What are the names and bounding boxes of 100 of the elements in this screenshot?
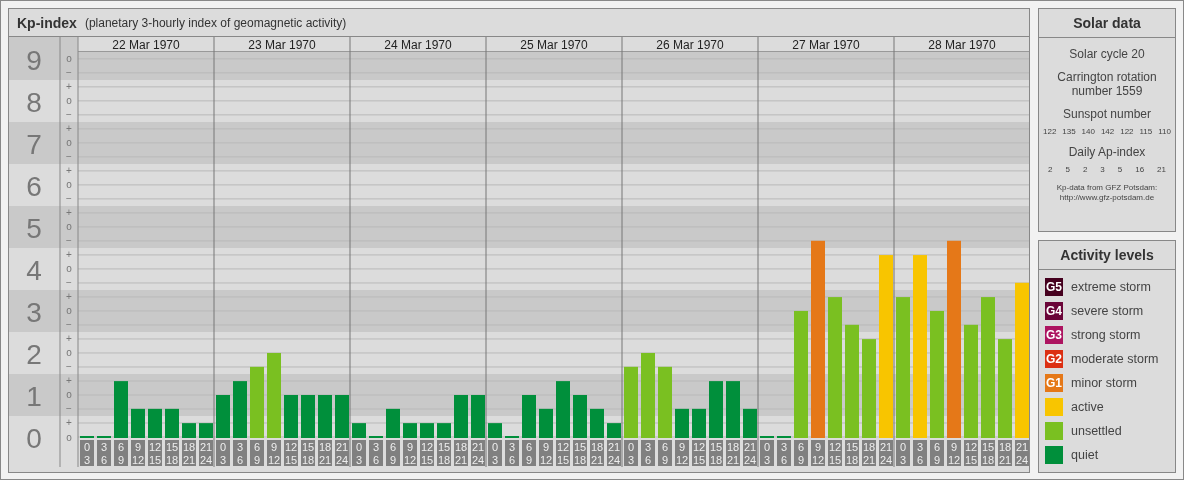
time-slot-label: 3 6 bbox=[641, 440, 655, 466]
kp-bar bbox=[454, 395, 468, 438]
sub-level-label: o bbox=[66, 263, 72, 275]
time-slot-label: 0 3 bbox=[896, 440, 910, 466]
panel-title: Activity levels bbox=[1039, 241, 1175, 270]
sunspot-number: 142 bbox=[1100, 127, 1115, 136]
sub-level-label: + bbox=[66, 333, 72, 345]
level-badge: G1 bbox=[1045, 374, 1063, 392]
date-label: 25 Mar 1970 bbox=[520, 38, 588, 52]
time-slot-label: 9 12 bbox=[403, 440, 417, 466]
time-slot-label: 15 18 bbox=[845, 440, 859, 466]
time-slot-label: 3 6 bbox=[369, 440, 383, 466]
time-slot-label: 18 21 bbox=[726, 440, 740, 466]
legend-label: active bbox=[1071, 400, 1104, 414]
sub-level-label: + bbox=[66, 207, 72, 219]
sub-level-label: o bbox=[66, 347, 72, 359]
level-badge: G4 bbox=[1045, 302, 1063, 320]
time-slot-label: 12 15 bbox=[420, 440, 434, 466]
kp-bar bbox=[437, 423, 451, 438]
time-slot-label: 18 21 bbox=[454, 440, 468, 466]
legend-label: extreme storm bbox=[1071, 280, 1151, 294]
time-slot-label: 6 9 bbox=[250, 440, 264, 466]
kp-bar bbox=[165, 408, 179, 438]
time-slot-label: 18 21 bbox=[590, 440, 604, 466]
date-label: 22 Mar 1970 bbox=[112, 38, 180, 52]
kp-bar bbox=[318, 395, 332, 438]
sub-level-label: + bbox=[66, 249, 72, 261]
time-slot-label: 3 6 bbox=[97, 440, 111, 466]
y-axis-label: 7 bbox=[26, 128, 42, 160]
legend-label: minor storm bbox=[1071, 376, 1137, 390]
kp-bar bbox=[420, 423, 434, 438]
time-slot-label: 6 9 bbox=[522, 440, 536, 466]
time-slot-label: 21 24 bbox=[879, 440, 893, 466]
level-badge: G3 bbox=[1045, 326, 1063, 344]
ap-index-value: 2 bbox=[1048, 165, 1053, 174]
legend-label: moderate storm bbox=[1071, 352, 1159, 366]
kp-bar bbox=[250, 366, 264, 438]
time-slot-label: 3 6 bbox=[913, 440, 927, 466]
sub-level-label: + bbox=[66, 375, 72, 387]
level-badge: G2 bbox=[1045, 350, 1063, 368]
time-slot-label: 18 21 bbox=[862, 440, 876, 466]
time-slot-label: 0 3 bbox=[80, 440, 94, 466]
source-note: http://www.gfz-potsdam.de bbox=[1058, 193, 1156, 203]
time-slot-label: 12 15 bbox=[556, 440, 570, 466]
kp-bar bbox=[199, 423, 213, 438]
time-slot-label: 15 18 bbox=[165, 440, 179, 466]
time-slot-label: 9 12 bbox=[947, 440, 961, 466]
kp-bar bbox=[114, 381, 128, 438]
kp-bar bbox=[556, 381, 570, 438]
time-slot-label: 15 18 bbox=[573, 440, 587, 466]
kp-bar bbox=[233, 381, 247, 438]
sub-level-label: − bbox=[66, 67, 72, 79]
sub-level-label: o bbox=[66, 389, 72, 401]
sub-level-label: o bbox=[66, 179, 72, 191]
time-slot-label: 6 9 bbox=[794, 440, 808, 466]
time-slot-label: 6 9 bbox=[930, 440, 944, 466]
sub-level-label: o bbox=[66, 95, 72, 107]
y-axis-label: 4 bbox=[26, 254, 42, 286]
kp-bar bbox=[335, 395, 349, 438]
time-slot-label: 15 18 bbox=[981, 440, 995, 466]
y-axis-label: 2 bbox=[26, 338, 42, 370]
sub-level-label: − bbox=[66, 151, 72, 163]
time-slot-label: 9 12 bbox=[811, 440, 825, 466]
time-slot-label: 18 21 bbox=[998, 440, 1012, 466]
kp-bar bbox=[692, 408, 706, 438]
kp-bar bbox=[624, 366, 638, 438]
sub-level-label: − bbox=[66, 235, 72, 247]
time-slot-label: 21 24 bbox=[1015, 440, 1029, 466]
kp-bar bbox=[403, 423, 417, 438]
panel-title: Kp-index bbox=[17, 14, 77, 31]
time-slot-label: 12 15 bbox=[148, 440, 162, 466]
kp-bar bbox=[726, 381, 740, 438]
date-label: 23 Mar 1970 bbox=[248, 38, 316, 52]
time-slot-label: 21 24 bbox=[743, 440, 757, 466]
time-slot-label: 0 3 bbox=[624, 440, 638, 466]
ap-index-value: 16 bbox=[1135, 165, 1145, 174]
time-slot-label: 21 24 bbox=[471, 440, 485, 466]
kp-bar bbox=[590, 408, 604, 438]
kp-bar bbox=[301, 395, 315, 438]
time-slot-label: 12 15 bbox=[284, 440, 298, 466]
sunspot-number: 115 bbox=[1139, 127, 1153, 136]
time-slot-label: 0 3 bbox=[760, 440, 774, 466]
kp-bar bbox=[658, 366, 672, 438]
sub-level-label: − bbox=[66, 277, 72, 289]
kp-bar bbox=[352, 423, 366, 438]
sub-level-label: − bbox=[66, 403, 72, 415]
legend-label: strong storm bbox=[1071, 328, 1141, 342]
source-note: Kp-data from GFZ Potsdam: bbox=[1056, 183, 1158, 193]
sub-level-label: + bbox=[66, 417, 72, 429]
time-slot-label: 3 6 bbox=[777, 440, 791, 466]
kp-bar bbox=[607, 423, 621, 438]
time-slot-label: 12 15 bbox=[692, 440, 706, 466]
time-slot-label: 9 12 bbox=[267, 440, 281, 466]
ap-index-value: 3 bbox=[1100, 165, 1105, 174]
time-slot-label: 21 24 bbox=[335, 440, 349, 466]
kp-bar bbox=[131, 408, 145, 438]
kp-bar bbox=[386, 408, 400, 438]
sub-level-label: − bbox=[66, 193, 72, 205]
y-axis-label: 0 bbox=[26, 423, 42, 454]
panel-title: Solar data bbox=[1039, 9, 1175, 38]
